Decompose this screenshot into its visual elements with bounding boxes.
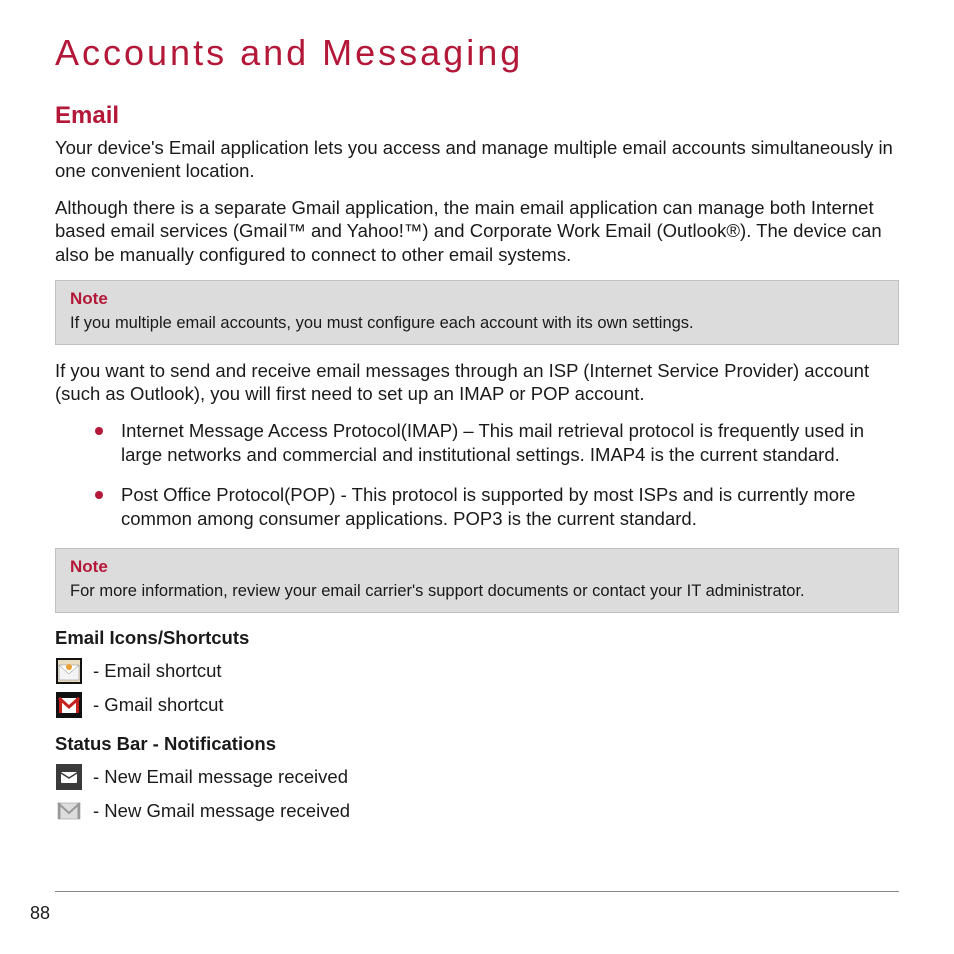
icon-label: - New Gmail message received (93, 800, 350, 822)
note-text: If you multiple email accounts, you must… (70, 313, 884, 334)
icon-row-gmail-shortcut: - Gmail shortcut (55, 691, 899, 719)
note-text: For more information, review your email … (70, 581, 884, 602)
new-gmail-notification-icon (55, 797, 83, 825)
icon-label: - New Email message received (93, 766, 348, 788)
intro-paragraph-2: Although there is a separate Gmail appli… (55, 196, 899, 265)
gmail-shortcut-icon (55, 691, 83, 719)
subheading-status-bar: Status Bar - Notifications (55, 733, 899, 755)
protocol-list: Internet Message Access Protocol(IMAP) –… (55, 419, 899, 531)
manual-page: Accounts and Messaging Email Your device… (0, 0, 954, 954)
note-box-2: Note For more information, review your e… (55, 548, 899, 613)
chapter-title: Accounts and Messaging (55, 32, 899, 74)
subheading-email-icons: Email Icons/Shortcuts (55, 627, 899, 649)
protocol-item-pop: Post Office Protocol(POP) - This protoco… (101, 483, 899, 531)
icon-row-new-email: - New Email message received (55, 763, 899, 791)
icon-label: - Gmail shortcut (93, 694, 224, 716)
protocol-item-imap: Internet Message Access Protocol(IMAP) –… (101, 419, 899, 467)
footer-rule (55, 891, 899, 892)
section-title-email: Email (55, 102, 899, 130)
icon-row-new-gmail: - New Gmail message received (55, 797, 899, 825)
intro-paragraph-1: Your device's Email application lets you… (55, 136, 899, 182)
icon-label: - Email shortcut (93, 660, 222, 682)
note-label: Note (70, 557, 884, 577)
note-label: Note (70, 289, 884, 309)
isp-paragraph: If you want to send and receive email me… (55, 359, 899, 405)
new-email-notification-icon (55, 763, 83, 791)
page-number: 88 (30, 903, 50, 924)
email-shortcut-icon (55, 657, 83, 685)
note-box-1: Note If you multiple email accounts, you… (55, 280, 899, 345)
icon-row-email-shortcut: - Email shortcut (55, 657, 899, 685)
